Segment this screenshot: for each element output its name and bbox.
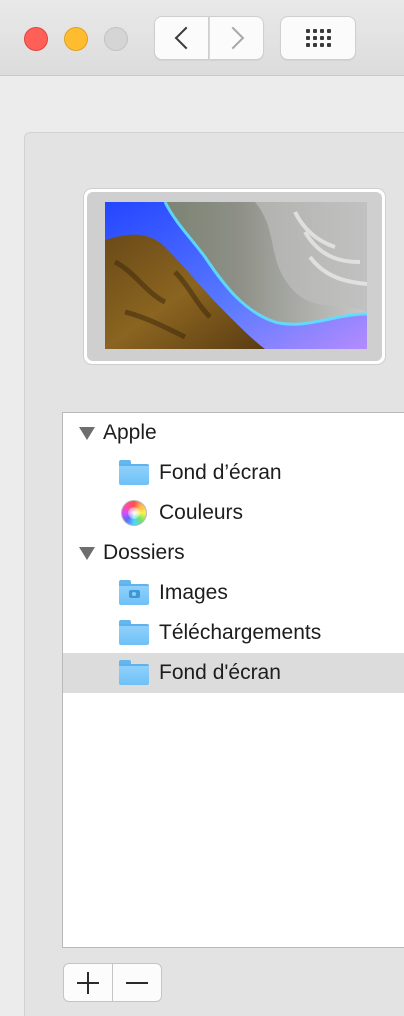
group-apple[interactable]: Apple bbox=[63, 413, 404, 453]
forward-button[interactable] bbox=[209, 16, 264, 60]
chevron-left-icon bbox=[174, 26, 197, 50]
folder-icon bbox=[119, 460, 149, 486]
list-item-fond-ecran-selected[interactable]: Fond d'écran bbox=[63, 653, 404, 693]
zoom-button[interactable] bbox=[104, 27, 128, 51]
folder-icon bbox=[119, 660, 149, 686]
wallpaper-thumbnail-image bbox=[105, 202, 367, 349]
add-folder-button[interactable] bbox=[63, 963, 113, 1002]
minus-icon bbox=[126, 981, 148, 984]
back-button[interactable] bbox=[154, 16, 209, 60]
minimize-button[interactable] bbox=[64, 27, 88, 51]
list-item-telechargements[interactable]: Téléchargements bbox=[63, 613, 404, 653]
pictures-folder-icon bbox=[119, 580, 149, 606]
wallpaper-preview[interactable] bbox=[84, 189, 385, 364]
color-wheel-icon bbox=[119, 500, 149, 526]
show-all-button[interactable] bbox=[280, 16, 356, 60]
group-label: Dossiers bbox=[103, 541, 185, 564]
list-item-label: Images bbox=[159, 581, 228, 604]
group-label: Apple bbox=[103, 421, 157, 444]
list-item-label: Couleurs bbox=[159, 501, 244, 524]
disclosure-triangle-icon[interactable] bbox=[79, 426, 95, 440]
close-button[interactable] bbox=[24, 27, 48, 51]
chevron-right-icon bbox=[221, 26, 244, 50]
list-item-label: Fond d'écran bbox=[159, 661, 281, 684]
folder-icon bbox=[119, 620, 149, 646]
plus-icon bbox=[77, 971, 99, 994]
disclosure-triangle-icon[interactable] bbox=[79, 546, 95, 560]
group-dossiers[interactable]: Dossiers bbox=[63, 533, 404, 573]
list-item-label: Fond d’écran bbox=[159, 461, 282, 484]
list-item-fond-ecran-apple[interactable]: Fond d’écran bbox=[63, 453, 404, 493]
wallpaper-source-list[interactable]: Apple Fond d’écran Couleurs Dossiers Ima… bbox=[62, 412, 404, 948]
window-titlebar bbox=[0, 0, 404, 76]
list-item-couleurs[interactable]: Couleurs bbox=[63, 493, 404, 533]
remove-folder-button[interactable] bbox=[112, 963, 162, 1002]
grid-icon bbox=[305, 29, 331, 47]
list-item-label: Téléchargements bbox=[159, 621, 322, 644]
list-item-images[interactable]: Images bbox=[63, 573, 404, 613]
